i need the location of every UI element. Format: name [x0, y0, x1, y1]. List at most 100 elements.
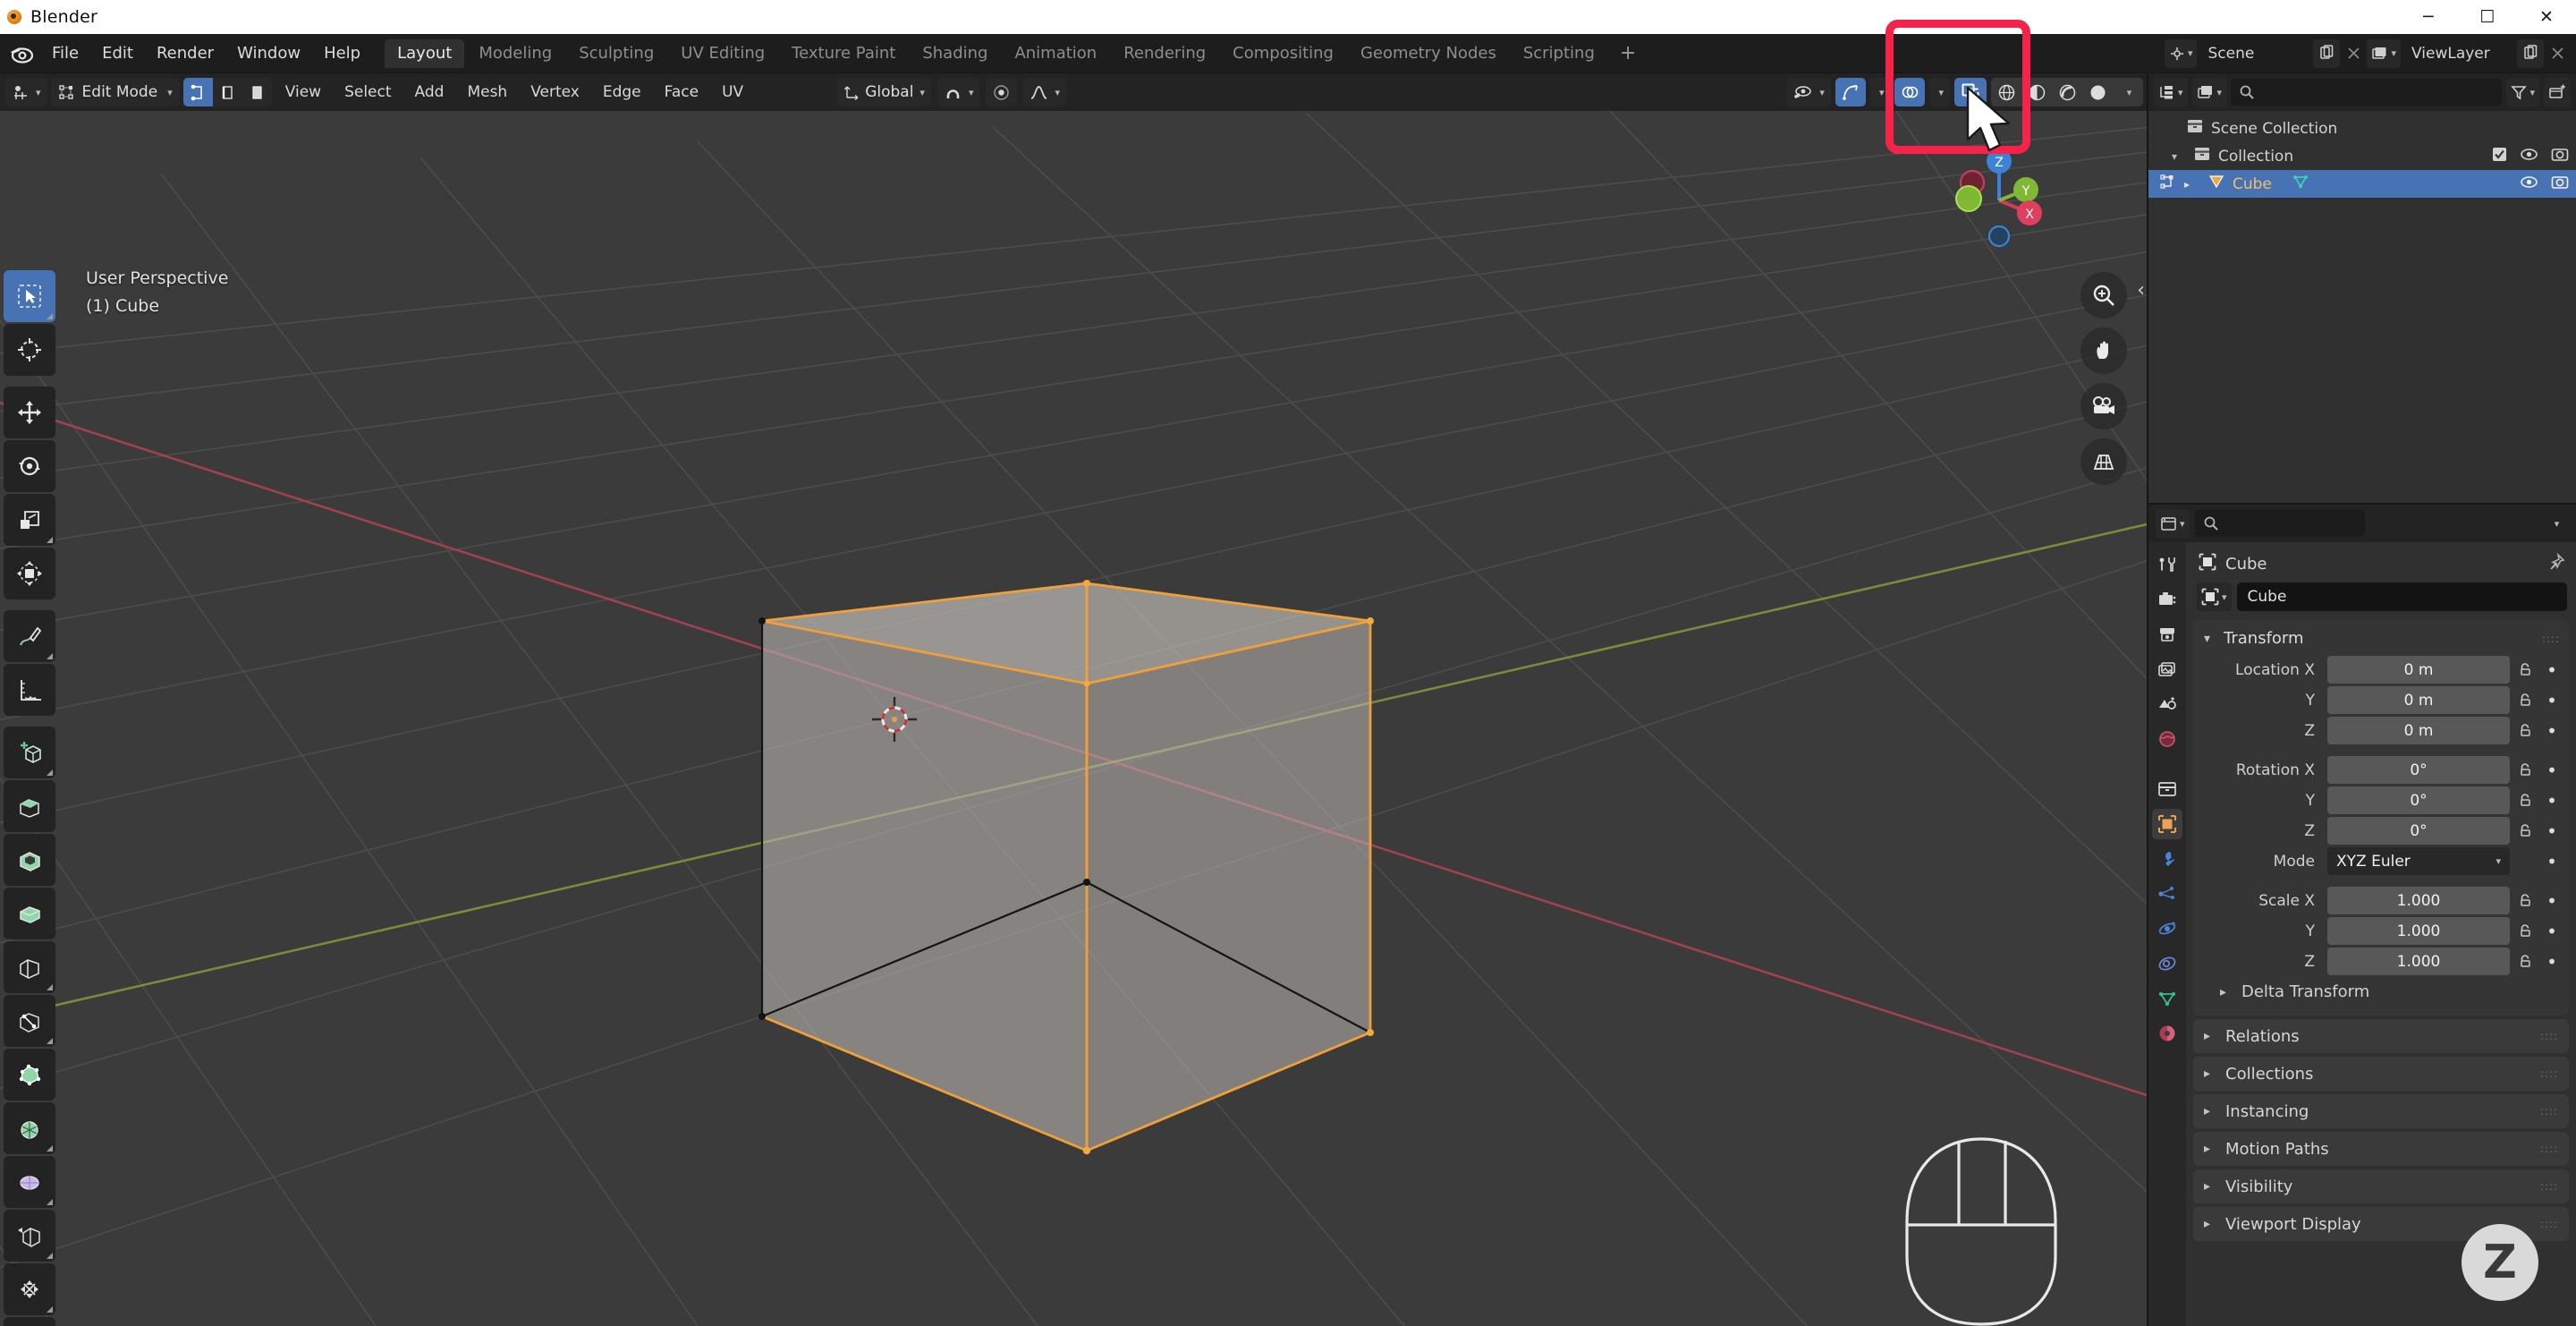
lock-icon[interactable]: [2510, 793, 2540, 808]
instancing-panel[interactable]: ▸ Instancing ::::: [2193, 1094, 2569, 1128]
outliner-display-mode-icon[interactable]: ▾: [2192, 78, 2227, 106]
animate-property-dot[interactable]: •: [2540, 659, 2563, 681]
delta-transform-subpanel[interactable]: ▸ Delta Transform: [2193, 977, 2569, 1007]
tab-rendering[interactable]: Rendering: [1111, 39, 1218, 68]
rotation-z-value[interactable]: 0°: [2327, 817, 2510, 845]
location-y-value[interactable]: 0 m: [2327, 686, 2510, 714]
menu-window[interactable]: Window: [225, 40, 312, 67]
rotation-x-value[interactable]: 0°: [2327, 756, 2510, 784]
properties-editor-type-icon[interactable]: ▾: [2156, 509, 2190, 538]
collections-panel[interactable]: ▸ Collections ::::: [2193, 1057, 2569, 1091]
collection-tab[interactable]: [2152, 774, 2182, 804]
properties-search-input[interactable]: [2195, 510, 2365, 537]
outliner-search-input[interactable]: [2231, 79, 2502, 106]
tab-modeling[interactable]: Modeling: [466, 39, 564, 68]
tool-loop-cut[interactable]: [4, 941, 55, 993]
tab-layout[interactable]: Layout: [385, 39, 464, 68]
outliner-filter-icon[interactable]: ▾: [2506, 78, 2539, 106]
edge-select-icon[interactable]: [213, 78, 242, 106]
expand-triangle-icon[interactable]: ▾: [2172, 150, 2186, 163]
falloff-curve-icon[interactable]: ▾: [1023, 78, 1066, 106]
animate-property-dot[interactable]: •: [2540, 921, 2563, 942]
motion-paths-panel[interactable]: ▸ Motion Paths ::::: [2193, 1132, 2569, 1166]
viewport-menu-vertex[interactable]: Vertex: [521, 79, 589, 106]
zoom-icon[interactable]: [2080, 272, 2127, 319]
tool-scale[interactable]: [4, 494, 55, 546]
viewport-menu-select[interactable]: Select: [335, 79, 401, 106]
menu-help[interactable]: Help: [312, 40, 372, 67]
tool-move[interactable]: [4, 387, 55, 438]
mode-selector[interactable]: Edit Mode ▾: [51, 78, 180, 106]
animate-property-dot[interactable]: •: [2540, 851, 2563, 872]
lock-icon[interactable]: [2510, 762, 2540, 778]
camera-render-icon[interactable]: [2551, 147, 2569, 166]
rendered-shading-icon[interactable]: [2082, 78, 2113, 106]
lock-icon[interactable]: [2510, 923, 2540, 939]
transform-orientation-selector[interactable]: Global ▾: [837, 78, 931, 106]
object-visibility-icon[interactable]: ▾: [1787, 78, 1831, 106]
delete-viewlayer-icon[interactable]: [2544, 39, 2571, 68]
rotation-y-value[interactable]: 0°: [2327, 786, 2510, 814]
tool-tweak-select[interactable]: [4, 270, 55, 322]
viewlayer-browse-icon[interactable]: ▾: [2367, 39, 2401, 68]
transform-panel-header[interactable]: ▾ Transform ::::: [2193, 625, 2569, 655]
camera-icon[interactable]: [2080, 383, 2127, 429]
tool-shrink-fatten[interactable]: [4, 1263, 55, 1315]
3d-viewport[interactable]: User Perspective (1) Cube: [0, 111, 2147, 1326]
tool-smooth[interactable]: [4, 1156, 55, 1208]
outliner-editor-type-icon[interactable]: ▾: [2154, 78, 2188, 106]
material-tab[interactable]: [2152, 1018, 2182, 1049]
tab-sculpting[interactable]: Sculpting: [566, 39, 666, 68]
tab-texture-paint[interactable]: Texture Paint: [779, 39, 908, 68]
tool-poly-build[interactable]: [4, 1049, 55, 1101]
animate-property-dot[interactable]: •: [2540, 951, 2563, 973]
viewport-sidebar-collapse-icon[interactable]: ‹: [2137, 279, 2145, 302]
viewport-menu-view[interactable]: View: [275, 79, 331, 106]
animate-property-dot[interactable]: •: [2540, 760, 2563, 781]
relations-panel[interactable]: ▸ Relations ::::: [2193, 1019, 2569, 1053]
tool-inset-faces[interactable]: [4, 834, 55, 886]
location-x-value[interactable]: 0 m: [2327, 656, 2510, 684]
tool-bevel[interactable]: [4, 888, 55, 939]
gizmo-dropdown-icon[interactable]: ▾: [1870, 78, 1891, 106]
outliner-new-collection-icon[interactable]: [2544, 78, 2571, 106]
pan-icon[interactable]: [2080, 327, 2127, 374]
scale-z-value[interactable]: 1.000: [2327, 948, 2510, 975]
face-select-icon[interactable]: [242, 78, 272, 106]
outliner-row-cube[interactable]: ▸ Cube: [2148, 170, 2576, 198]
menu-file[interactable]: File: [40, 40, 90, 67]
scale-x-value[interactable]: 1.000: [2327, 887, 2510, 914]
tool-spin[interactable]: [4, 1102, 55, 1154]
camera-render-icon[interactable]: [2551, 174, 2569, 194]
show-gizmo-icon[interactable]: [1835, 78, 1866, 106]
shading-dropdown-icon[interactable]: ▾: [2113, 78, 2143, 106]
viewport-menu-mesh[interactable]: Mesh: [457, 79, 517, 106]
tool-cursor[interactable]: [4, 324, 55, 376]
tool-measure[interactable]: [4, 664, 55, 716]
tool-add-cube[interactable]: [4, 727, 55, 778]
lock-icon[interactable]: [2510, 723, 2540, 738]
tab-compositing[interactable]: Compositing: [1220, 39, 1346, 68]
object-data-tab[interactable]: [2152, 983, 2182, 1014]
viewport-menu-uv[interactable]: UV: [712, 79, 753, 106]
new-viewlayer-icon[interactable]: [2517, 39, 2544, 68]
viewport-menu-add[interactable]: Add: [405, 79, 454, 106]
show-overlays-icon[interactable]: [1894, 78, 1925, 106]
solid-shading-icon[interactable]: [2021, 78, 2052, 106]
tool-shear[interactable]: [4, 1317, 55, 1326]
scale-y-value[interactable]: 1.000: [2327, 917, 2510, 945]
snap-magnet-icon[interactable]: ▾: [937, 78, 980, 106]
tool-extrude-region[interactable]: [4, 780, 55, 832]
scene-tab[interactable]: [2152, 689, 2182, 719]
lock-icon[interactable]: [2510, 954, 2540, 969]
output-tab[interactable]: [2152, 619, 2182, 650]
eye-icon[interactable]: [2520, 148, 2538, 166]
ortho-perspective-toggle-icon[interactable]: [2080, 438, 2127, 485]
animate-property-dot[interactable]: •: [2540, 790, 2563, 812]
tool-transform[interactable]: [4, 548, 55, 599]
overlays-dropdown-icon[interactable]: ▾: [1929, 78, 1950, 106]
expand-triangle-icon[interactable]: ▸: [2184, 178, 2200, 191]
tab-shading[interactable]: Shading: [910, 39, 1000, 68]
properties-options-icon[interactable]: ▾: [2542, 509, 2569, 538]
viewlayer-name-field[interactable]: ViewLayer: [2401, 39, 2517, 68]
